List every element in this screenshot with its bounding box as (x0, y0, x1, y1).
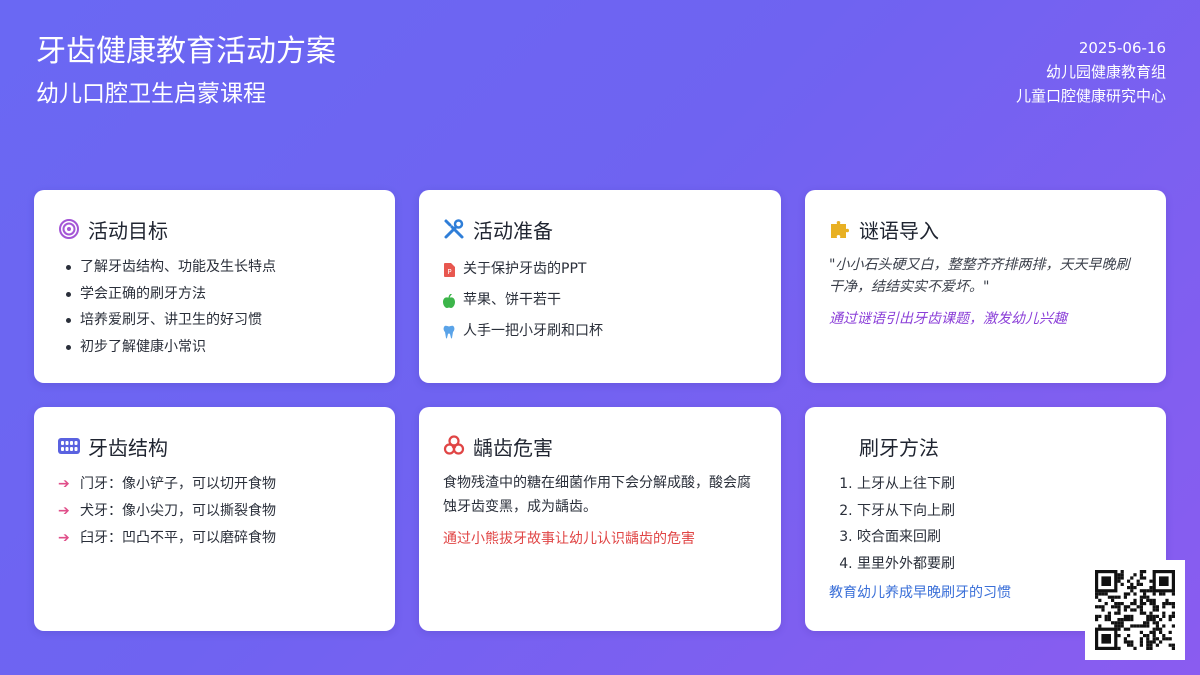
decay-note: 通过小熊拔牙故事让幼儿认识龋齿的危害 (443, 531, 695, 547)
goals-list: 了解牙齿结构、功能及生长特点 学会正确的刷牙方法 培养爱刷牙、讲卫生的好习惯 初… (58, 254, 371, 360)
card-header: 活动目标 (58, 214, 371, 244)
prep-text: 关于保护牙齿的PPT (463, 261, 587, 277)
card-preparation: 活动准备 P 关于保护牙齿的PPT 苹果、饼干若干 人手一把小牙刷和口杯 (419, 190, 781, 383)
card-header: 龋齿危害 (443, 431, 757, 461)
list-item: ➔ 门牙：像小铲子，可以切开食物 (58, 471, 371, 498)
arrow-right-icon: ➔ (58, 503, 70, 519)
structure-text: 犬牙：像小尖刀，可以撕裂食物 (80, 503, 276, 519)
qr-code-graphic (1095, 570, 1175, 650)
riddle-text: "小小石头硬又白，整整齐齐排两排，天天早晚刷干净，结结实实不爱坏。" (829, 257, 1130, 295)
arrow-right-icon: ➔ (58, 476, 70, 492)
date-text: 2025-06-16 (1078, 39, 1166, 57)
card-title: 活动目标 (88, 218, 168, 243)
card-goals: 活动目标 了解牙齿结构、功能及生长特点 学会正确的刷牙方法 培养爱刷牙、讲卫生的… (34, 190, 395, 383)
card-tooth-structure: 牙齿结构 ➔ 门牙：像小铲子，可以切开食物 ➔ 犬牙：像小尖刀，可以撕裂食物 ➔… (34, 407, 395, 631)
title-block: 牙齿健康教育活动方案 幼儿口腔卫生启蒙课程 (36, 32, 336, 110)
meta-info: 2025-06-16 幼儿园健康教育组 儿童口腔健康研究中心 (1016, 36, 1166, 108)
list-item: 下牙从下向上刷 (857, 498, 1142, 525)
card-title: 牙齿结构 (88, 435, 168, 460)
list-item: 初步了解健康小常识 (66, 334, 371, 361)
list-item: 学会正确的刷牙方法 (66, 281, 371, 308)
toothbrush-icon (829, 435, 851, 457)
card-title: 刷牙方法 (859, 435, 939, 460)
list-item: ➔ 犬牙：像小尖刀，可以撕裂食物 (58, 498, 371, 525)
target-icon (58, 218, 80, 240)
org-primary: 幼儿园健康教育组 (1045, 63, 1166, 81)
card-title: 龋齿危害 (473, 435, 553, 460)
prep-text: 人手一把小牙刷和口杯 (463, 323, 603, 339)
structure-text: 臼牙：凹凸不平，可以磨碎食物 (80, 530, 276, 546)
svg-text:P: P (447, 268, 451, 276)
ppt-file-icon: P (443, 262, 455, 277)
decay-text: 食物残渣中的糖在细菌作用下会分解成酸，酸会腐蚀牙齿变黑，成为龋齿。 (443, 475, 751, 515)
arrow-right-icon: ➔ (58, 530, 70, 546)
list-item: 上牙从上往下刷 (857, 471, 1142, 498)
org-secondary: 儿童口腔健康研究中心 (1015, 87, 1166, 105)
teeth-icon (58, 435, 80, 457)
list-item: P 关于保护牙齿的PPT (443, 254, 757, 285)
list-item: ➔ 臼牙：凹凸不平，可以磨碎食物 (58, 525, 371, 552)
page-subtitle: 幼儿口腔卫生启蒙课程 (36, 81, 266, 107)
riddle-note: 通过谜语引出牙齿课题，激发幼儿兴趣 (829, 311, 1067, 327)
tools-icon (443, 218, 465, 240)
card-tooth-decay: 龋齿危害 食物残渣中的糖在细菌作用下会分解成酸，酸会腐蚀牙齿变黑，成为龋齿。 通… (419, 407, 781, 631)
list-item: 了解牙齿结构、功能及生长特点 (66, 254, 371, 281)
card-header: 活动准备 (443, 214, 757, 244)
apple-icon (443, 293, 455, 308)
tooth-icon (443, 325, 455, 339)
biohazard-icon (443, 435, 465, 457)
list-item: 人手一把小牙刷和口杯 (443, 316, 757, 347)
puzzle-icon (829, 218, 851, 240)
list-item: 苹果、饼干若干 (443, 285, 757, 316)
list-item: 培养爱刷牙、讲卫生的好习惯 (66, 307, 371, 334)
card-riddle: 谜语导入 "小小石头硬又白，整整齐齐排两排，天天早晚刷干净，结结实实不爱坏。" … (805, 190, 1166, 383)
prep-text: 苹果、饼干若干 (463, 292, 561, 308)
card-header: 刷牙方法 (829, 431, 1142, 461)
card-header: 牙齿结构 (58, 431, 371, 461)
card-header: 谜语导入 (829, 214, 1142, 244)
list-item: 咬合面来回刷 (857, 524, 1142, 551)
card-title: 活动准备 (473, 218, 553, 243)
card-title: 谜语导入 (859, 218, 939, 243)
qr-code-icon (1085, 560, 1185, 660)
structure-text: 门牙：像小铲子，可以切开食物 (80, 476, 276, 492)
page-title: 牙齿健康教育活动方案 (36, 34, 336, 69)
